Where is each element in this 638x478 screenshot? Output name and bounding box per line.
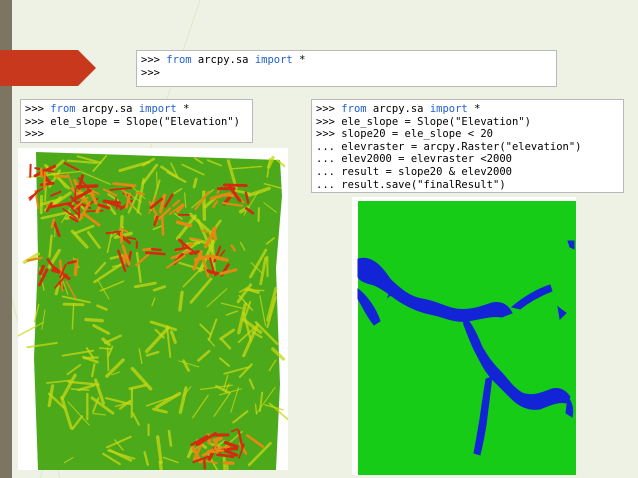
console-line: >>> ele_slope = Slope("Elevation")	[316, 116, 619, 129]
code-text: >>>	[141, 54, 167, 66]
final-result-image	[357, 201, 576, 475]
code-text: >>> ele_slope = Slope("Elevation")	[316, 115, 531, 128]
code-keyword: import	[138, 103, 177, 115]
code-text: arcpy.sa	[191, 54, 255, 66]
code-text: >>>	[25, 103, 51, 115]
code-text: *	[176, 103, 190, 115]
code-keyword: import	[429, 103, 468, 115]
code-text: ... elevraster = arcpy.Raster("elevation…	[316, 140, 582, 153]
console-line: >>> from arcpy.sa import *	[25, 103, 248, 116]
arrow-shape	[0, 50, 96, 86]
console-line: >>> from arcpy.sa import *	[316, 103, 619, 116]
console-line: ... elevraster = arcpy.Raster("elevation…	[316, 141, 619, 154]
code-text: >>>	[141, 66, 160, 79]
console-line: ... result = slope20 & elev2000	[316, 166, 619, 179]
python-console-slope[interactable]: >>> from arcpy.sa import * >>> ele_slope …	[20, 99, 253, 143]
console-line: >>>	[25, 128, 248, 141]
console-line: >>> slope20 = ele_slope < 20	[316, 128, 619, 141]
slope-raster-map	[18, 148, 288, 470]
code-text: ... elev2000 = elevraster <2000	[316, 153, 512, 166]
python-console-top[interactable]: >>> from arcpy.sa import * >>>	[136, 50, 557, 87]
code-text: ... result = slope20 & elev2000	[316, 165, 512, 178]
final-result-map	[352, 197, 576, 475]
code-text: *	[467, 103, 481, 115]
code-text: ... result.save("finalResult")	[316, 178, 506, 191]
code-text: arcpy.sa	[75, 103, 139, 115]
console-line: ... elev2000 = elevraster <2000	[316, 153, 619, 166]
code-keyword: from	[166, 54, 192, 66]
console-line: ... result.save("finalResult")	[316, 179, 619, 192]
code-text: arcpy.sa	[366, 103, 430, 115]
console-line: >>> ele_slope = Slope("Elevation")	[25, 116, 248, 129]
code-text: >>> slope20 = ele_slope < 20	[316, 128, 494, 141]
code-text: >>> ele_slope = Slope("Elevation")	[25, 115, 240, 128]
code-keyword: import	[254, 54, 293, 66]
code-keyword: from	[341, 103, 367, 115]
code-keyword: from	[50, 103, 76, 115]
code-text: >>>	[25, 128, 44, 141]
console-line: >>> from arcpy.sa import *	[141, 54, 552, 67]
code-text: >>>	[316, 103, 342, 115]
code-text: *	[292, 54, 306, 66]
slope-raster-image	[18, 152, 288, 470]
console-line: >>>	[141, 67, 552, 80]
python-console-result[interactable]: >>> from arcpy.sa import * >>> ele_slope …	[311, 99, 624, 193]
